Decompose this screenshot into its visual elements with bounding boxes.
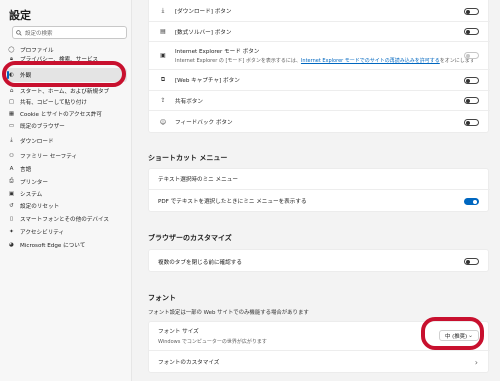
browser-customization-heading: ブラウザーのカスタマイズ xyxy=(148,234,232,242)
confirm-close-tabs-toggle[interactable] xyxy=(464,258,479,265)
settings-title: 設定 xyxy=(9,9,31,22)
sidebar-item-system[interactable]: ▣ システム xyxy=(7,188,127,199)
printer-icon: ⎙ xyxy=(9,178,14,184)
sidebar-item-accessibility[interactable]: ✦ アクセシビリティ xyxy=(7,226,127,237)
feedback-button-toggle[interactable] xyxy=(464,118,479,126)
fonts-note: フォント設定は一部の Web サイトでのみ機能する場合があります xyxy=(148,310,309,316)
math-solver-row: ▤ [数式ソルバー] ボタン xyxy=(149,21,490,41)
pdf-mini-menu-row: PDF でテキストを選択したときにミニ メニューを表示する xyxy=(149,189,490,212)
settings-search-input[interactable]: 設定の検索 xyxy=(12,26,127,39)
search-placeholder: 設定の検索 xyxy=(25,30,53,37)
sidebar-item-downloads[interactable]: ⤓ ダウンロード xyxy=(7,135,127,146)
download-button-toggle[interactable] xyxy=(464,7,479,15)
sidebar-item-phone-devices[interactable]: ▯ スマートフォンとその他のデバイス xyxy=(7,213,127,224)
chevron-right-icon: › xyxy=(474,357,478,367)
sidebar-item-cookies[interactable]: ▦ Cookie とサイトのアクセス許可 xyxy=(7,108,127,119)
shortcut-menu-heading: ショートカット メニュー xyxy=(148,154,228,162)
sidebar-item-default-browser[interactable]: ▭ 既定のブラウザー xyxy=(7,120,127,131)
settings-sidebar: 設定 設定の検索 ◯ プロファイル 🔒︎ プライバシー、検索、サービス ◐ 外観 ⌂ ス… xyxy=(0,0,132,381)
share-icon: ▢ xyxy=(8,98,15,105)
ie-reload-link[interactable]: Internet Explorer モードでのサイトの再読み込みを許可する xyxy=(301,58,440,64)
family-icon: ⚇ xyxy=(8,152,14,159)
search-icon xyxy=(16,29,22,36)
download-icon: ⤓ xyxy=(10,137,13,143)
download-button-row: ⤓ [ダウンロード] ボタン xyxy=(149,1,490,21)
ie-mode-row: ▣ Internet Explorer モード ボタン Internet Exp… xyxy=(149,41,490,69)
feedback-icon: ☺ xyxy=(159,118,167,126)
home-icon: ⌂ xyxy=(9,88,14,94)
math-solver-icon: ▤ xyxy=(160,28,166,35)
sidebar-item-start-home[interactable]: ⌂ スタート、ホーム、および新規タブ xyxy=(7,87,127,95)
share-button-row: ⇪ 共有ボタン xyxy=(149,90,490,110)
sidebar-item-reset[interactable]: ↺ 設定のリセット xyxy=(7,200,127,211)
highlight-appearance xyxy=(2,61,126,87)
fonts-heading: フォント xyxy=(148,294,176,302)
language-icon: A xyxy=(9,165,14,172)
phone-icon: ▯ xyxy=(9,215,14,222)
sidebar-item-family[interactable]: ⚇ ファミリー セーフティ xyxy=(7,150,127,161)
ie-mode-icon: ▣ xyxy=(160,52,166,59)
settings-main: ⤓ [ダウンロード] ボタン ▤ [数式ソルバー] ボタン ▣ Internet… xyxy=(132,0,500,381)
sidebar-item-share-copy[interactable]: ▢ 共有、コピーして貼り付け xyxy=(7,96,127,107)
shortcut-menu-card: テキスト選択時のミニ メニュー PDF でテキストを選択したときにミニ メニュー… xyxy=(148,168,490,212)
sidebar-item-languages[interactable]: A 言語 xyxy=(7,163,127,174)
toolbar-buttons-card: ⤓ [ダウンロード] ボタン ▤ [数式ソルバー] ボタン ▣ Internet… xyxy=(148,0,490,133)
cookie-icon: ▦ xyxy=(8,110,15,117)
share-icon: ⇪ xyxy=(160,97,166,104)
web-capture-icon: ⧉ xyxy=(160,76,166,83)
confirm-close-tabs-row: 複数のタブを閉じる前に確認する xyxy=(149,250,490,273)
math-solver-toggle[interactable] xyxy=(464,28,479,35)
mini-menu-row[interactable]: テキスト選択時のミニ メニュー xyxy=(149,169,490,189)
sidebar-item-profile[interactable]: ◯ プロファイル xyxy=(7,44,127,55)
reset-icon: ↺ xyxy=(9,202,14,209)
download-icon: ⤓ xyxy=(161,7,165,14)
sidebar-item-printers[interactable]: ⎙ プリンター xyxy=(7,176,127,187)
feedback-button-row: ☺ フィードバック ボタン xyxy=(149,110,490,133)
pdf-mini-menu-toggle[interactable] xyxy=(464,197,479,205)
customize-fonts-row[interactable]: フォントのカスタマイズ › xyxy=(149,350,490,373)
system-icon: ▣ xyxy=(8,190,15,197)
profile-icon: ◯ xyxy=(8,46,15,53)
accessibility-icon: ✦ xyxy=(9,228,14,235)
browser-icon: ▭ xyxy=(8,122,15,129)
highlight-font-size xyxy=(421,317,484,350)
share-button-toggle[interactable] xyxy=(464,97,479,104)
sidebar-item-about-edge[interactable]: ◕ Microsoft Edge について xyxy=(7,239,127,250)
browser-customization-card: 複数のタブを閉じる前に確認する xyxy=(148,249,489,272)
ie-mode-toggle[interactable] xyxy=(464,52,479,59)
web-capture-row: ⧉ [Web キャプチャ] ボタン xyxy=(149,69,490,90)
edge-icon: ◕ xyxy=(9,241,14,248)
web-capture-toggle[interactable] xyxy=(464,76,479,84)
